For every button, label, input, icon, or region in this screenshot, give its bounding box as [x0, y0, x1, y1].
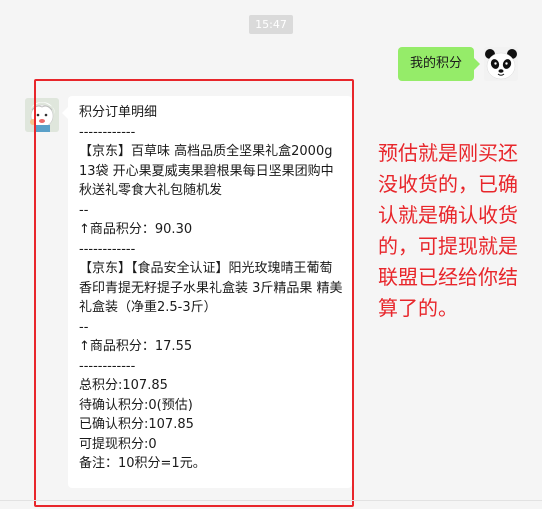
order-item-2-points: ↑商品积分：17.55 [79, 339, 193, 354]
panda-avatar-icon[interactable] [484, 47, 518, 81]
separator-line: ------------ [79, 358, 136, 374]
points-note: 备注：10积分=1元。 [79, 456, 206, 471]
input-divider [0, 500, 542, 501]
order-item-1-name: 【京东】百草味 高档品质全坚果礼盒2000g 13袋 开心果夏威夷果碧根果每日坚… [79, 144, 334, 198]
item-separator: -- [79, 319, 89, 335]
item-separator: -- [79, 202, 89, 218]
incoming-message-bubble[interactable]: 积分订单明细 ------------ 【京东】百草味 高档品质全坚果礼盒200… [62, 96, 352, 488]
withdrawable-points: 可提现积分:0 [79, 436, 157, 452]
pending-points: 待确认积分:0(预估) [79, 397, 193, 413]
order-detail-title: 积分订单明细 [79, 105, 158, 120]
separator-line: ------------ [79, 124, 136, 140]
cartoon-avatar-icon[interactable] [25, 98, 59, 132]
order-item-2-name: 【京东】【食品安全认证】阳光玫瑰晴王葡萄香印青提无籽提子水果礼盒装 3斤精品果 … [79, 261, 343, 315]
confirmed-points: 已确认积分:107.85 [79, 417, 194, 432]
outgoing-message-bubble[interactable]: 我的积分 [398, 47, 480, 81]
order-item-1-points: ↑商品积分：90.30 [79, 222, 193, 237]
separator-line: ------------ [79, 241, 136, 257]
total-points: 总积分:107.85 [79, 378, 168, 393]
chat-timestamp: 15:47 [249, 15, 293, 34]
red-annotation-text: 预估就是刚买还没收货的，已确认就是确认收货的，可提现就是联盟已经给你结算了的。 [378, 141, 518, 320]
